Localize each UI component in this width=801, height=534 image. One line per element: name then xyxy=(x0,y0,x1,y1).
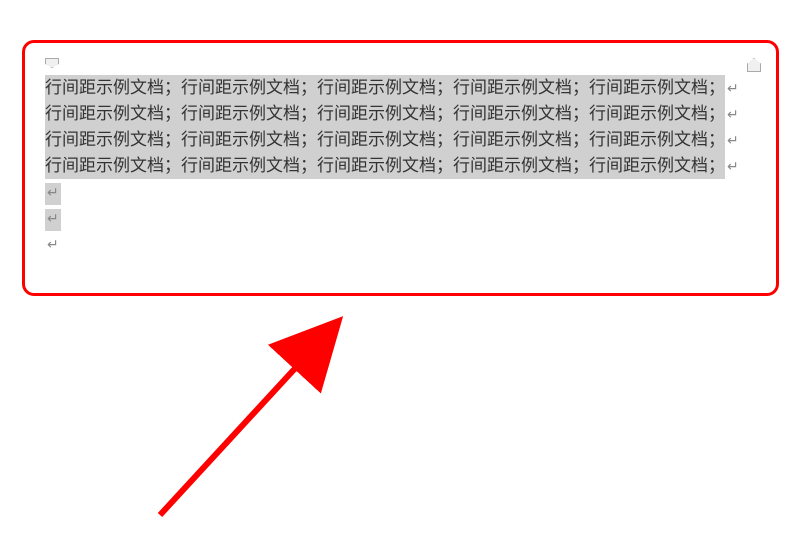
text-line[interactable]: 行间距示例文档；行间距示例文档；行间距示例文档；行间距示例文档；行间距示例文档； xyxy=(45,153,725,179)
text-line[interactable]: 行间距示例文档；行间距示例文档；行间距示例文档；行间距示例文档；行间距示例文档； xyxy=(45,101,725,127)
annotation-highlight-box: 行间距示例文档；行间距示例文档；行间距示例文档；行间距示例文档；行间距示例文档；… xyxy=(22,40,779,296)
paragraph-mark-icon: ↵ xyxy=(727,134,739,149)
paragraph-mark-icon: ↵ xyxy=(727,82,739,97)
paragraph-mark-icon: ↵ xyxy=(45,235,61,257)
text-line[interactable]: 行间距示例文档；行间距示例文档；行间距示例文档；行间距示例文档；行间距示例文档； xyxy=(45,127,725,153)
ruler-indent-marker-right[interactable] xyxy=(747,58,761,72)
paragraph-mark-icon: ↵ xyxy=(727,160,739,175)
annotation-arrow-icon xyxy=(130,310,370,530)
ruler-indent-marker-left[interactable] xyxy=(45,58,59,68)
document-text-content[interactable]: 行间距示例文档；行间距示例文档；行间距示例文档；行间距示例文档；行间距示例文档；… xyxy=(45,75,761,257)
text-line[interactable]: 行间距示例文档；行间距示例文档；行间距示例文档；行间距示例文档；行间距示例文档； xyxy=(45,75,725,101)
paragraph-mark-icon: ↵ xyxy=(45,183,61,205)
paragraph-mark-icon: ↵ xyxy=(727,108,739,123)
paragraph-mark-icon: ↵ xyxy=(45,209,61,231)
